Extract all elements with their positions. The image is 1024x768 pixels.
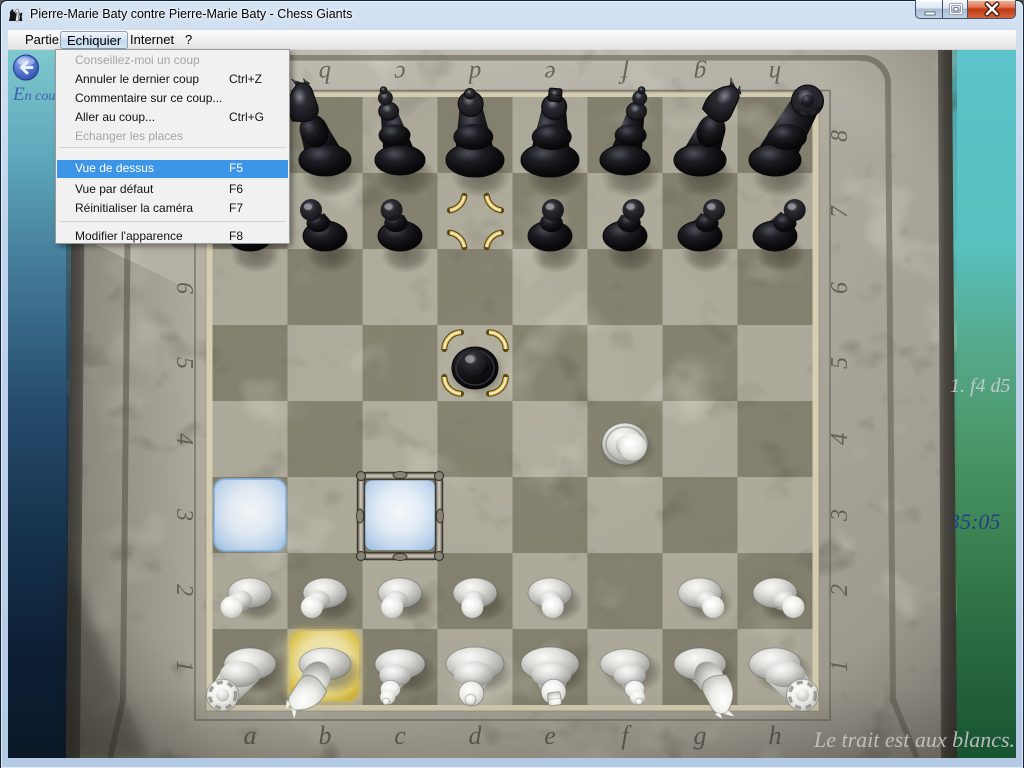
svg-text:35:05: 35:05 xyxy=(948,509,1000,534)
svg-text:Le trait est aux blancs.: Le trait est aux blancs. xyxy=(813,727,1015,752)
svg-text:1. f4 d5: 1. f4 d5 xyxy=(950,375,1011,397)
